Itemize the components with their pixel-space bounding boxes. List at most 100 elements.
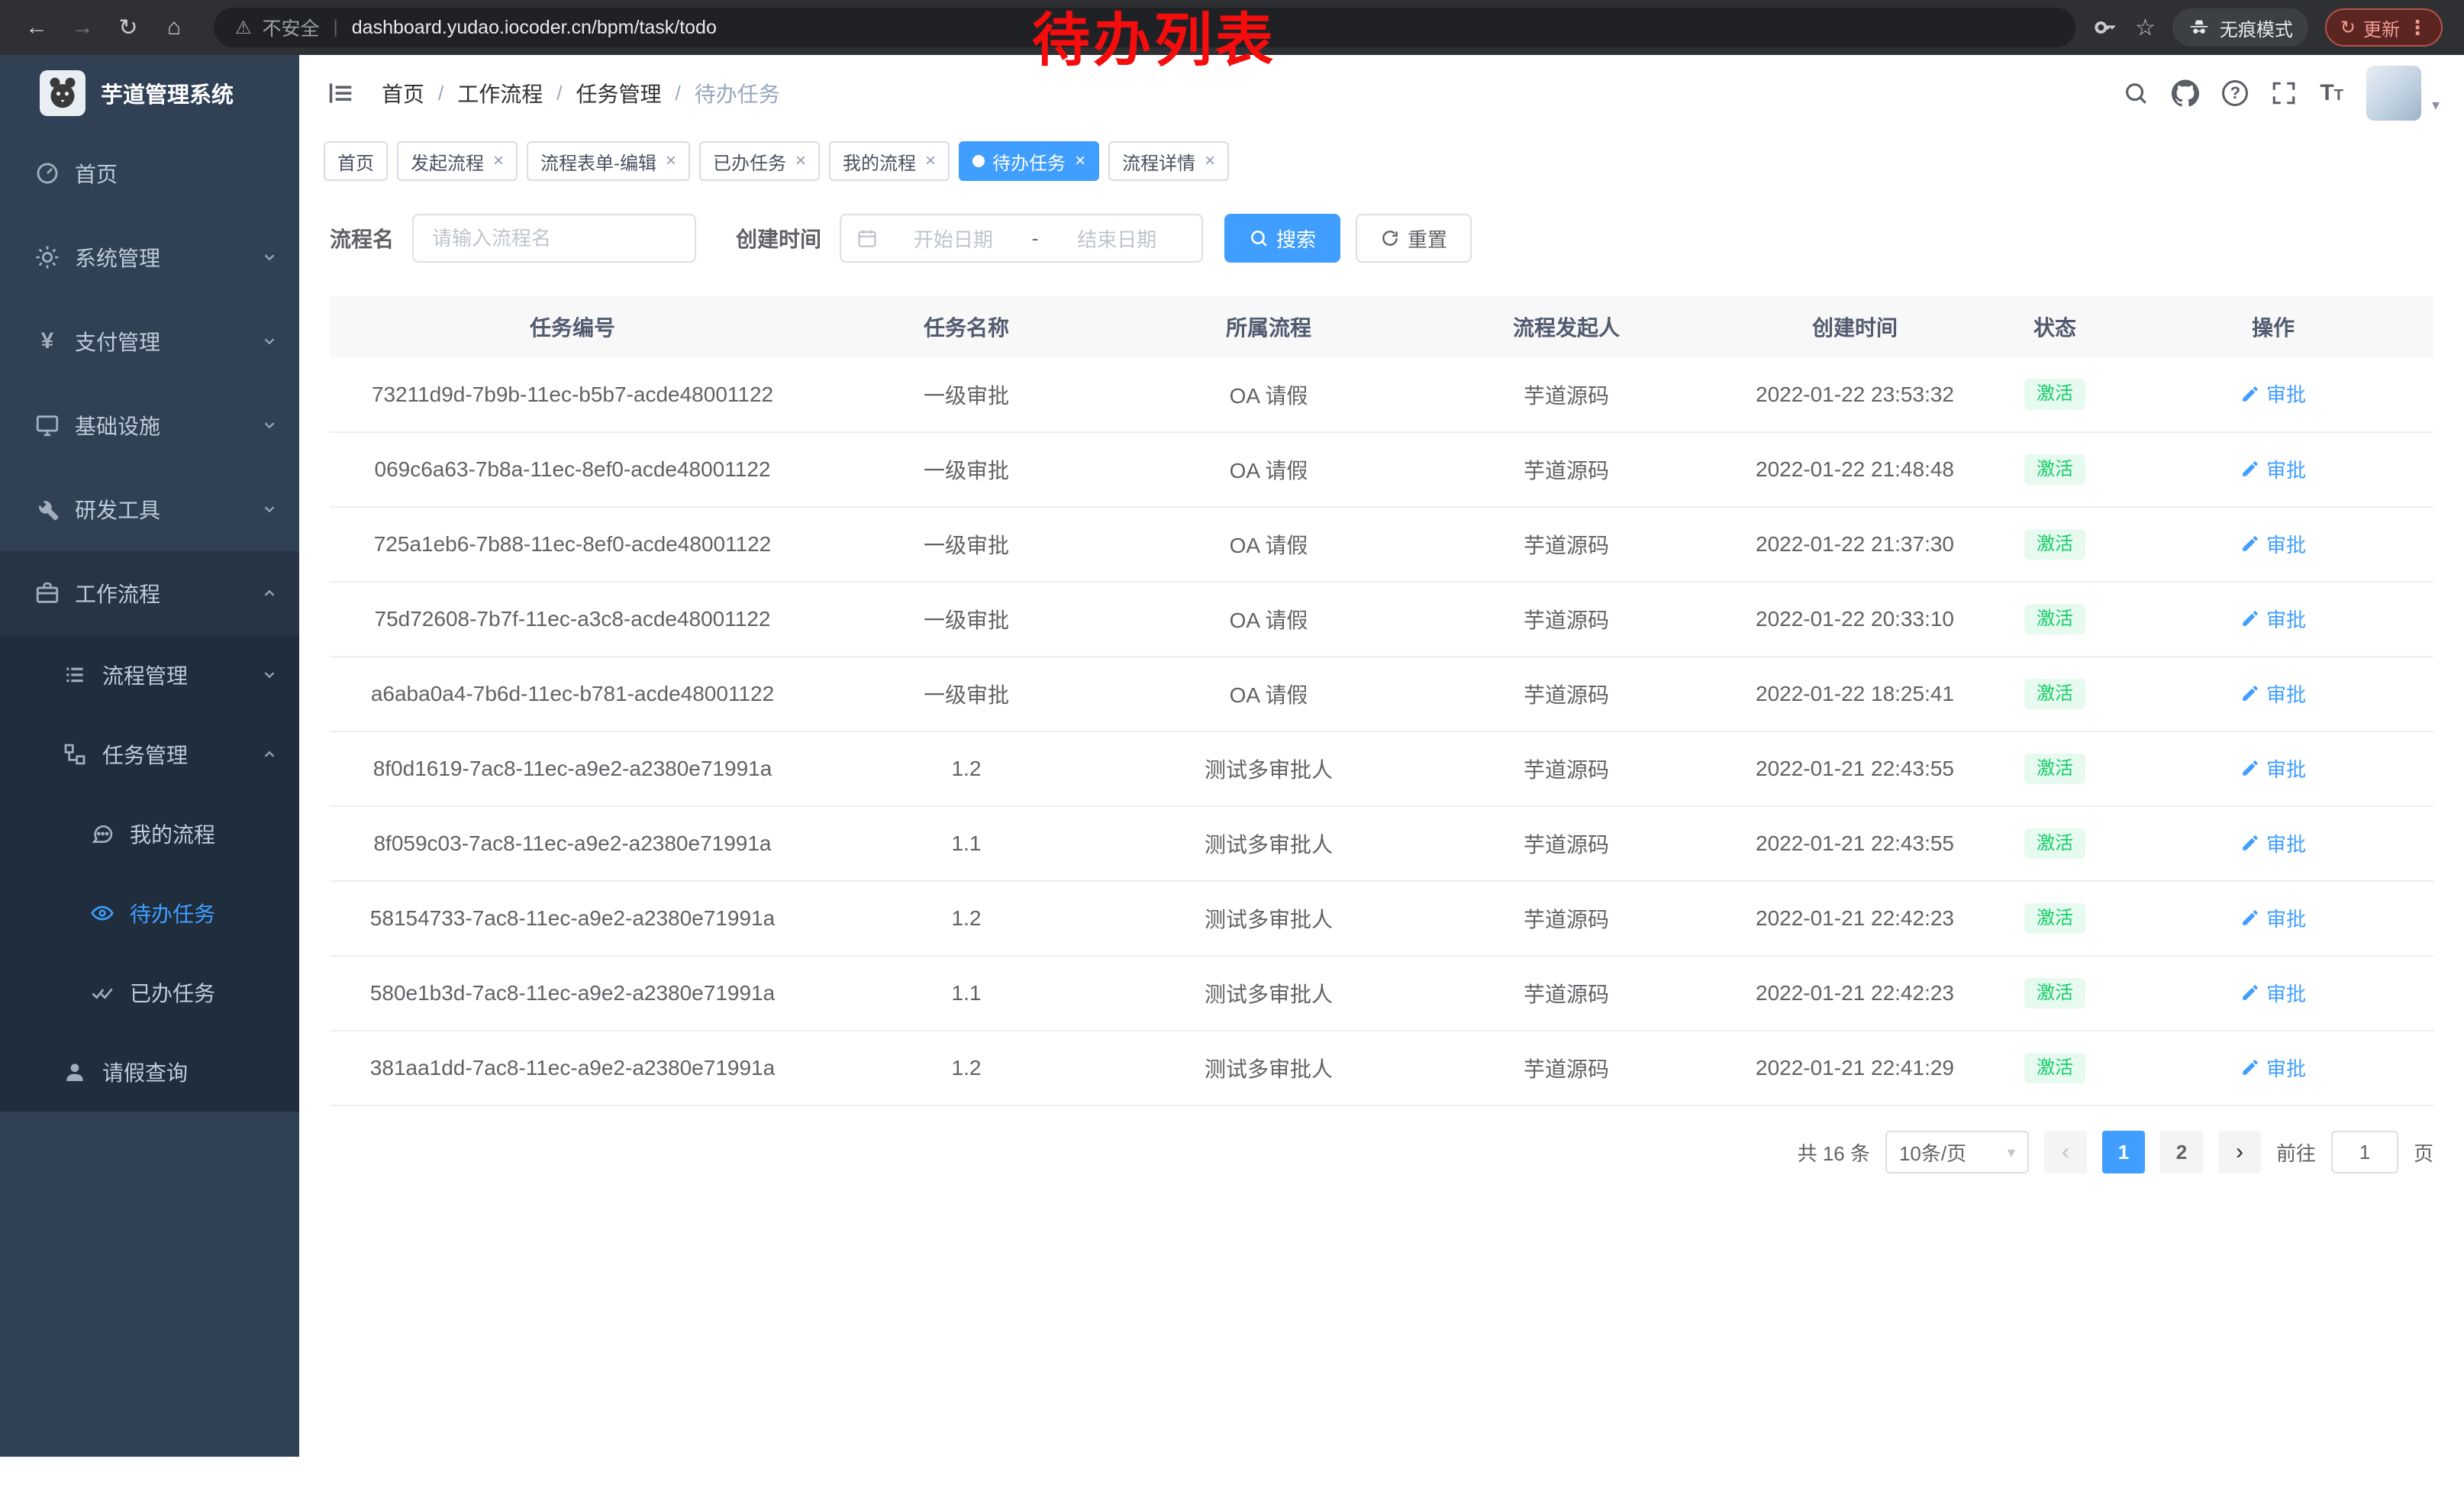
sidebar-item-task-mgmt[interactable]: 任务管理 (0, 715, 299, 794)
col-created: 创建时间 (1713, 296, 1997, 357)
approve-link[interactable]: 审批 (2240, 754, 2306, 783)
back-icon[interactable]: ← (15, 6, 58, 49)
sidebar-item-infra[interactable]: 基础设施 (0, 383, 299, 467)
update-refresh-icon: ↻ (2340, 17, 2356, 39)
search-icon[interactable] (2123, 80, 2149, 106)
approve-link[interactable]: 审批 (2240, 379, 2306, 408)
sidebar-item-payment[interactable]: ¥ 支付管理 (0, 299, 299, 383)
list-icon (61, 661, 89, 689)
subtask-icon (61, 741, 89, 768)
col-starter: 流程发起人 (1420, 296, 1713, 357)
close-icon[interactable]: × (666, 150, 676, 172)
approve-label: 审批 (2266, 904, 2306, 932)
sidebar-item-leave-query[interactable]: 请假查询 (0, 1032, 299, 1112)
tab-done-tasks[interactable]: 已办任务× (699, 141, 820, 181)
cell-process: 测试多审批人 (1118, 881, 1420, 956)
cell-action: 审批 (2113, 956, 2433, 1031)
github-icon[interactable] (2172, 79, 2199, 107)
col-task-name: 任务名称 (815, 296, 1118, 357)
cell-starter: 芋道源码 (1420, 507, 1713, 582)
pagination-total: 共 16 条 (1798, 1138, 1870, 1167)
search-button[interactable]: 搜索 (1224, 214, 1340, 263)
password-key-icon[interactable] (2094, 15, 2118, 40)
cell-status: 激活 (1997, 881, 2113, 956)
sidebar-collapse-icon[interactable] (324, 76, 357, 110)
cell-task-id: 8f059c03-7ac8-11ec-a9e2-a2380e71991a (330, 806, 815, 881)
approve-label: 审批 (2266, 379, 2306, 408)
date-range-picker[interactable]: 开始日期 - 结束日期 (840, 214, 1203, 263)
close-icon[interactable]: × (1075, 150, 1085, 172)
fullscreen-icon[interactable] (2271, 80, 2297, 106)
breadcrumb-workflow[interactable]: 工作流程 (457, 78, 543, 108)
sidebar-item-my-process[interactable]: 我的流程 (0, 794, 299, 873)
edit-icon (2240, 908, 2260, 928)
search-button-label: 搜索 (1276, 224, 1316, 253)
reload-icon[interactable]: ↻ (107, 6, 150, 49)
tab-process-detail[interactable]: 流程详情× (1108, 141, 1229, 181)
sidebar-item-home[interactable]: 首页 (0, 131, 299, 215)
browser-update-button[interactable]: ↻ 更新 ⋮ (2325, 8, 2443, 47)
tab-start-process[interactable]: 发起流程× (397, 141, 518, 181)
approve-link[interactable]: 审批 (2240, 979, 2306, 1007)
tab-my-process[interactable]: 我的流程× (829, 141, 950, 181)
tab-home[interactable]: 首页 (324, 141, 388, 181)
approve-link[interactable]: 审批 (2240, 605, 2306, 633)
cell-status: 激活 (1997, 806, 2113, 881)
browser-menu-icon[interactable]: ⋮ (2408, 16, 2427, 40)
breadcrumb-task-mgmt[interactable]: 任务管理 (576, 78, 662, 108)
sidebar-item-devtools[interactable]: 研发工具 (0, 467, 299, 551)
font-size-icon[interactable]: TT (2320, 80, 2343, 106)
approve-link[interactable]: 审批 (2240, 1054, 2306, 1082)
page-button-2[interactable]: 2 (2160, 1131, 2203, 1173)
breadcrumb-home[interactable]: 首页 (382, 78, 424, 108)
cell-created: 2022-01-21 22:43:55 (1713, 806, 1997, 881)
next-page-button[interactable]: › (2218, 1131, 2261, 1173)
sidebar-item-label: 任务管理 (102, 739, 247, 770)
approve-link[interactable]: 审批 (2240, 679, 2306, 708)
prev-page-button[interactable]: ‹ (2044, 1131, 2087, 1173)
tab-todo-tasks[interactable]: 待办任务× (959, 141, 1099, 181)
help-icon[interactable]: ? (2222, 80, 2248, 106)
sidebar-logo[interactable]: 芋道管理系统 (0, 55, 299, 131)
approve-link[interactable]: 审批 (2240, 829, 2306, 857)
reset-button[interactable]: 重置 (1356, 214, 1472, 263)
chevron-down-icon (261, 667, 278, 683)
close-icon[interactable]: × (925, 150, 936, 172)
goto-page-input[interactable] (2331, 1131, 2398, 1173)
yen-icon: ¥ (34, 328, 61, 355)
page-size-select[interactable]: 10条/页 ▾ (1885, 1131, 2029, 1173)
sidebar-item-system[interactable]: 系统管理 (0, 215, 299, 299)
page-size-value: 10条/页 (1899, 1138, 1966, 1167)
forward-icon[interactable]: → (61, 6, 104, 49)
reset-button-label: 重置 (1408, 224, 1447, 253)
cell-action: 审批 (2113, 731, 2433, 806)
home-icon[interactable]: ⌂ (153, 6, 195, 49)
create-time-label: 创建时间 (736, 223, 821, 253)
status-badge: 激活 (2024, 679, 2085, 710)
approve-label: 审批 (2266, 1054, 2306, 1082)
sidebar-item-label: 已办任务 (130, 977, 278, 1008)
close-icon[interactable]: × (795, 150, 806, 172)
avatar-caret-icon[interactable]: ▾ (2432, 95, 2440, 115)
avatar[interactable] (2366, 66, 2421, 121)
sidebar-item-workflow[interactable]: 工作流程 (0, 551, 299, 635)
cell-action: 审批 (2113, 507, 2433, 582)
sidebar-item-todo-tasks[interactable]: 待办任务 (0, 873, 299, 953)
sidebar-item-process-mgmt[interactable]: 流程管理 (0, 635, 299, 715)
sidebar-item-done-tasks[interactable]: 已办任务 (0, 953, 299, 1032)
sidebar-item-label: 请假查询 (102, 1057, 278, 1087)
chat-icon (89, 820, 116, 847)
bookmark-star-icon[interactable]: ☆ (2135, 15, 2156, 41)
close-icon[interactable]: × (493, 150, 504, 172)
approve-link[interactable]: 审批 (2240, 455, 2306, 483)
approve-link[interactable]: 审批 (2240, 904, 2306, 932)
close-icon[interactable]: × (1205, 150, 1215, 172)
cell-task-name: 一级审批 (815, 582, 1118, 657)
tab-process-form-edit[interactable]: 流程表单-编辑× (527, 141, 690, 181)
process-name-input[interactable] (412, 214, 696, 263)
table-row: 8f0d1619-7ac8-11ec-a9e2-a2380e71991a 1.2… (330, 731, 2433, 806)
page-button-1[interactable]: 1 (2102, 1131, 2145, 1173)
app-logo-icon (40, 70, 85, 116)
approve-link[interactable]: 审批 (2240, 530, 2306, 558)
status-badge: 激活 (2024, 379, 2085, 410)
